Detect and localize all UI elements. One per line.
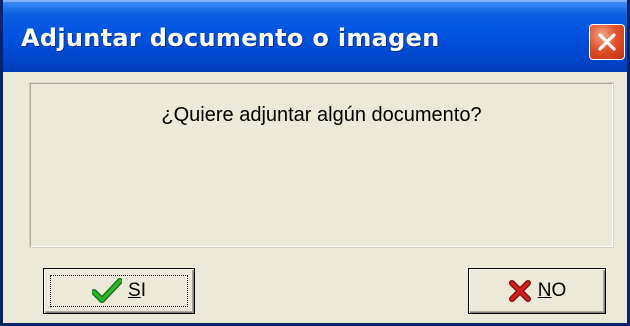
dialog-message: ¿Quiere adjuntar algún documento? <box>161 104 482 126</box>
yes-button-label: SI <box>128 280 146 301</box>
dialog-title: Adjuntar documento o imagen <box>21 24 440 52</box>
close-icon <box>596 31 618 53</box>
dialog-window: Adjuntar documento o imagen ¿Quiere adju… <box>0 0 630 326</box>
yes-button[interactable]: SI <box>43 268 195 314</box>
title-bar[interactable]: Adjuntar documento o imagen <box>3 0 627 72</box>
red-x-icon <box>508 279 532 303</box>
no-button[interactable]: NO <box>468 268 606 314</box>
message-panel: ¿Quiere adjuntar algún documento? <box>29 82 614 248</box>
no-button-label: NO <box>537 280 567 301</box>
close-button[interactable] <box>589 24 625 60</box>
green-checkmark-icon <box>92 278 123 304</box>
